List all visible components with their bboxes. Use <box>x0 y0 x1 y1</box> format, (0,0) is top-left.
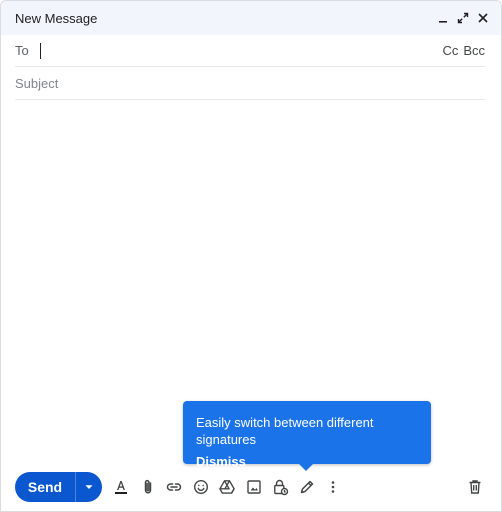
send-button[interactable]: Send <box>15 472 75 502</box>
compose-window: New Message To Cc Bcc Subject Easily swi… <box>0 0 502 512</box>
signature-icon[interactable] <box>294 474 321 500</box>
compose-title: New Message <box>15 10 98 26</box>
tooltip-text: Easily switch between different signatur… <box>196 415 374 447</box>
close-icon[interactable] <box>475 10 491 26</box>
emoji-icon[interactable] <box>188 474 215 500</box>
attach-icon[interactable] <box>135 474 162 500</box>
link-icon[interactable] <box>161 474 188 500</box>
cc-link[interactable]: Cc <box>442 43 458 58</box>
subject-input[interactable]: Subject <box>15 76 485 91</box>
drive-icon[interactable] <box>214 474 241 500</box>
text-caret <box>39 42 41 59</box>
expand-icon[interactable] <box>455 10 471 26</box>
to-row: To Cc Bcc <box>15 35 485 67</box>
discard-icon[interactable] <box>463 474 487 500</box>
confidential-mode-icon[interactable] <box>267 474 294 500</box>
subject-row: Subject <box>15 68 485 100</box>
compose-titlebar[interactable]: New Message <box>1 1 501 35</box>
window-controls <box>435 10 491 26</box>
dismiss-button[interactable]: Dismiss <box>196 453 246 470</box>
formatting-tools <box>108 474 347 500</box>
tooltip-arrow <box>299 464 313 471</box>
signature-tooltip: Easily switch between different signatur… <box>183 401 431 471</box>
cc-bcc-links: Cc Bcc <box>442 43 485 58</box>
compose-toolbar: Send <box>15 472 487 502</box>
to-label: To <box>15 43 29 58</box>
chevron-down-icon <box>85 485 93 489</box>
bcc-link[interactable]: Bcc <box>463 43 485 58</box>
more-options-icon[interactable] <box>320 474 347 500</box>
minimize-icon[interactable] <box>435 10 451 26</box>
send-options-button[interactable] <box>75 472 102 502</box>
send-button-group: Send <box>15 472 102 502</box>
text-format-icon[interactable] <box>108 474 135 500</box>
to-input[interactable] <box>37 41 443 61</box>
photo-icon[interactable] <box>241 474 268 500</box>
